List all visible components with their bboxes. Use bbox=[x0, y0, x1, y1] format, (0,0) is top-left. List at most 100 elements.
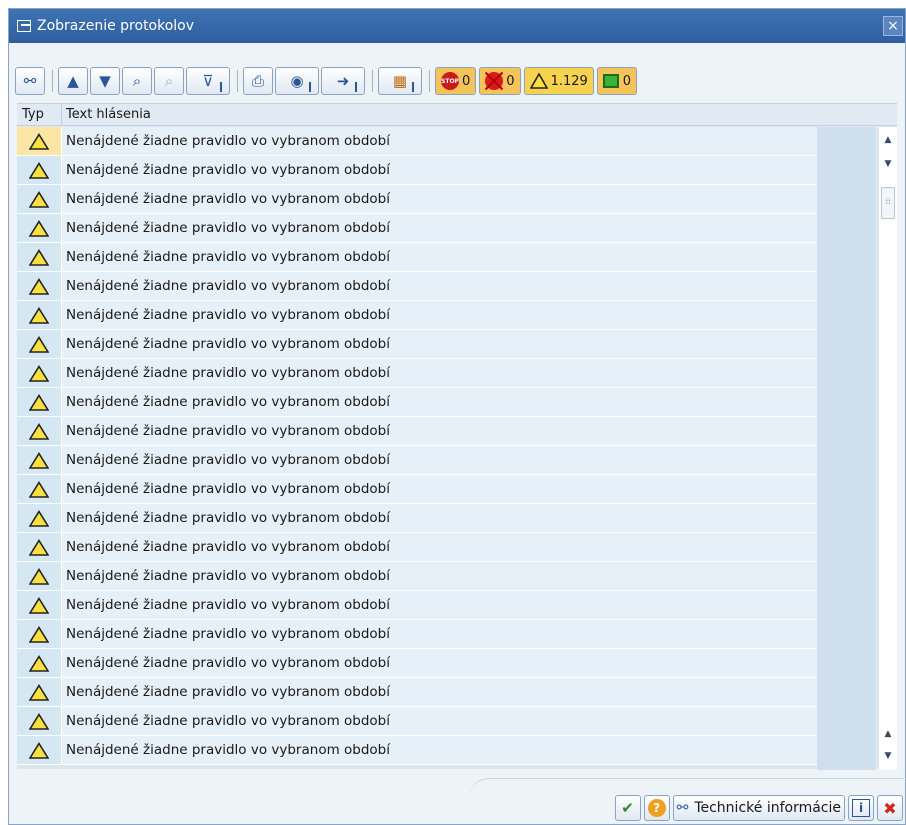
scroll-up-icon[interactable]: ▲ bbox=[879, 131, 897, 149]
table-row[interactable]: Nenájdené žiadne pravidlo vo vybranom ob… bbox=[17, 562, 817, 591]
grid-body: Nenájdené žiadne pravidlo vo vybranom ob… bbox=[17, 127, 817, 765]
table-row[interactable]: Nenájdené žiadne pravidlo vo vybranom ob… bbox=[17, 156, 817, 185]
glasses-icon: ⚯ bbox=[23, 72, 37, 90]
stop-count-filter[interactable]: STOP 0 bbox=[435, 67, 477, 95]
error-icon bbox=[485, 72, 504, 90]
warning-icon bbox=[29, 625, 49, 643]
export-button[interactable]: ➜ bbox=[321, 67, 365, 95]
table-row[interactable]: Nenájdené žiadne pravidlo vo vybranom ob… bbox=[17, 707, 817, 736]
warning-icon bbox=[29, 480, 49, 498]
row-type-cell bbox=[17, 736, 62, 764]
grid-header-filler bbox=[817, 104, 897, 126]
warning-icon bbox=[29, 190, 49, 208]
find-button[interactable]: ⌕ bbox=[122, 67, 152, 95]
dropdown-arrow-icon bbox=[412, 82, 414, 92]
stop-count: 0 bbox=[462, 73, 471, 89]
checkmark-icon: ✔ bbox=[621, 799, 634, 817]
toolbar-separator bbox=[372, 70, 373, 92]
info-button[interactable]: i bbox=[848, 795, 874, 821]
grid-header: Typ Text hlásenia bbox=[17, 104, 817, 126]
grid-empty-area bbox=[817, 127, 875, 770]
table-row[interactable]: Nenájdené žiadne pravidlo vo vybranom ob… bbox=[17, 330, 817, 359]
technical-info-button[interactable]: ⚯ Technické informácie bbox=[672, 795, 845, 821]
toolbar-separator bbox=[429, 70, 430, 92]
warning-icon bbox=[29, 248, 49, 266]
row-type-cell bbox=[17, 649, 62, 677]
technical-details-button[interactable]: ⚯ bbox=[15, 67, 45, 95]
row-type-cell bbox=[17, 243, 62, 271]
grid-layout-icon: ▦ bbox=[392, 72, 408, 90]
warning-count: 1.129 bbox=[550, 73, 588, 89]
window-title: Zobrazenie protokolov bbox=[37, 18, 195, 34]
table-row[interactable]: Nenájdené žiadne pravidlo vo vybranom ob… bbox=[17, 185, 817, 214]
filter-icon: ⊽ bbox=[202, 72, 214, 90]
table-row[interactable]: Nenájdené žiadne pravidlo vo vybranom ob… bbox=[17, 533, 817, 562]
table-row[interactable]: Nenájdené žiadne pravidlo vo vybranom ob… bbox=[17, 243, 817, 272]
table-row[interactable]: Nenájdené žiadne pravidlo vo vybranom ob… bbox=[17, 591, 817, 620]
view-icon: ◉ bbox=[290, 72, 304, 90]
view-button[interactable]: ◉ bbox=[275, 67, 319, 95]
table-row[interactable]: Nenájdené žiadne pravidlo vo vybranom ob… bbox=[17, 417, 817, 446]
warning-count-filter[interactable]: 1.129 bbox=[523, 67, 594, 95]
warning-icon bbox=[29, 712, 49, 730]
row-type-cell bbox=[17, 156, 62, 184]
dropdown-arrow-icon bbox=[309, 82, 311, 92]
row-type-cell bbox=[17, 446, 62, 474]
warning-icon bbox=[29, 219, 49, 237]
warning-icon bbox=[29, 451, 49, 469]
table-row[interactable]: Nenájdené žiadne pravidlo vo vybranom ob… bbox=[17, 736, 817, 765]
confirm-button[interactable]: ✔ bbox=[614, 795, 641, 821]
row-message-text: Nenájdené žiadne pravidlo vo vybranom ob… bbox=[62, 707, 817, 735]
layout-button[interactable]: ▦ bbox=[378, 67, 422, 95]
success-count: 0 bbox=[622, 73, 632, 89]
scroll-down-icon[interactable]: ▼ bbox=[879, 155, 897, 173]
cancel-button[interactable]: ✖ bbox=[877, 795, 903, 821]
help-button[interactable]: ? bbox=[643, 795, 670, 821]
warning-icon bbox=[29, 538, 49, 556]
success-count-filter[interactable]: 0 bbox=[596, 67, 638, 95]
sort-ascending-button[interactable]: ▲ bbox=[58, 67, 88, 95]
scroll-thumb[interactable]: ⁞⁞ bbox=[881, 187, 895, 219]
table-row[interactable]: Nenájdené žiadne pravidlo vo vybranom ob… bbox=[17, 678, 817, 707]
row-message-text: Nenájdené žiadne pravidlo vo vybranom ob… bbox=[62, 504, 817, 532]
scroll-page-down-icon[interactable]: ▼ bbox=[879, 747, 897, 765]
sort-descending-button[interactable]: ▼ bbox=[90, 67, 120, 95]
cancel-icon: ✖ bbox=[883, 798, 897, 818]
vertical-scrollbar[interactable]: ▲ ▼ ⁞⁞ ▲ ▼ bbox=[879, 127, 897, 770]
table-row[interactable]: Nenájdené žiadne pravidlo vo vybranom ob… bbox=[17, 301, 817, 330]
row-type-cell bbox=[17, 330, 62, 358]
table-row[interactable]: Nenájdené žiadne pravidlo vo vybranom ob… bbox=[17, 127, 817, 156]
table-row[interactable]: Nenájdené žiadne pravidlo vo vybranom ob… bbox=[17, 649, 817, 678]
table-row[interactable]: Nenájdené žiadne pravidlo vo vybranom ob… bbox=[17, 214, 817, 243]
filter-button[interactable]: ⊽ bbox=[186, 67, 230, 95]
column-header-text[interactable]: Text hlásenia bbox=[62, 104, 817, 125]
table-row[interactable]: Nenájdené žiadne pravidlo vo vybranom ob… bbox=[17, 446, 817, 475]
row-type-cell bbox=[17, 620, 62, 648]
table-row[interactable]: Nenájdené žiadne pravidlo vo vybranom ob… bbox=[17, 504, 817, 533]
row-message-text: Nenájdené žiadne pravidlo vo vybranom ob… bbox=[62, 562, 817, 590]
close-button[interactable]: × bbox=[883, 16, 903, 36]
help-icon: ? bbox=[647, 799, 666, 817]
table-row[interactable]: Nenájdené žiadne pravidlo vo vybranom ob… bbox=[17, 272, 817, 301]
warning-icon bbox=[29, 422, 49, 440]
table-row[interactable]: Nenájdené žiadne pravidlo vo vybranom ob… bbox=[17, 388, 817, 417]
export-icon: ➜ bbox=[336, 72, 350, 90]
row-type-cell bbox=[17, 417, 62, 445]
glasses-icon: ⚯ bbox=[676, 800, 689, 816]
printer-icon: ⎙ bbox=[251, 72, 264, 90]
column-header-type[interactable]: Typ bbox=[17, 104, 62, 125]
error-count-filter[interactable]: 0 bbox=[479, 67, 521, 95]
row-message-text: Nenájdené žiadne pravidlo vo vybranom ob… bbox=[62, 214, 817, 242]
scroll-page-up-icon[interactable]: ▲ bbox=[879, 725, 897, 743]
table-row[interactable]: Nenájdené žiadne pravidlo vo vybranom ob… bbox=[17, 359, 817, 388]
table-row[interactable]: Nenájdené žiadne pravidlo vo vybranom ob… bbox=[17, 475, 817, 504]
title-bar: Zobrazenie protokolov × bbox=[9, 9, 905, 43]
print-button[interactable]: ⎙ bbox=[243, 67, 273, 95]
table-row[interactable]: Nenájdené žiadne pravidlo vo vybranom ob… bbox=[17, 620, 817, 649]
row-type-cell bbox=[17, 591, 62, 619]
find-next-button[interactable]: ⌕ bbox=[154, 67, 184, 95]
toolbar: ⚯ ▲ ▼ ⌕ ⌕ ⊽ ⎙ ◉ ➜ ▦ STOP 0 0 1.129 0 bbox=[15, 64, 640, 98]
row-message-text: Nenájdené žiadne pravidlo vo vybranom ob… bbox=[62, 417, 817, 445]
row-message-text: Nenájdené žiadne pravidlo vo vybranom ob… bbox=[62, 533, 817, 561]
warning-icon bbox=[29, 364, 49, 382]
